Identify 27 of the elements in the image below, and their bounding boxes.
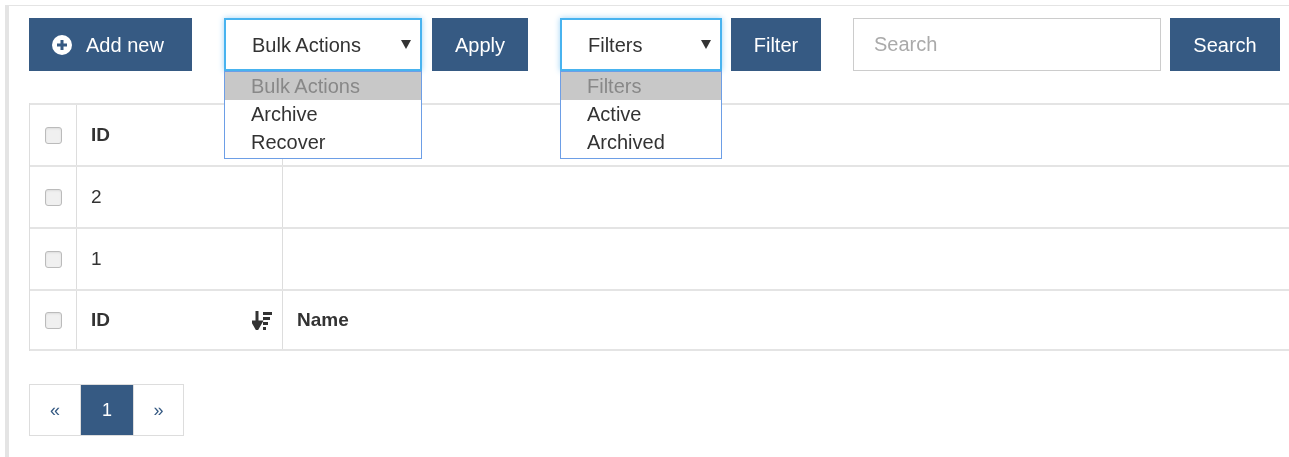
checkbox[interactable]: [44, 126, 62, 144]
search-button[interactable]: Search: [1170, 18, 1280, 71]
dropdown-option[interactable]: Recover: [225, 128, 421, 156]
caret-icon: [701, 40, 711, 49]
sort-descending-icon[interactable]: [252, 310, 272, 330]
table-cell-text: 1: [91, 246, 102, 271]
checkbox[interactable]: [44, 250, 62, 268]
caret-icon: [401, 40, 411, 49]
search-field[interactable]: Search: [853, 18, 1161, 71]
dropdown-select[interactable]: Filters: [560, 18, 722, 71]
previous-page-link[interactable]: «: [29, 384, 81, 436]
page-link[interactable]: 1: [81, 384, 134, 436]
add-new-button[interactable]: Add new: [29, 18, 192, 71]
checkbox[interactable]: [44, 188, 62, 206]
dropdown-option[interactable]: Archive: [225, 100, 421, 128]
filter-button[interactable]: Filter: [731, 18, 821, 71]
column-header: ID: [91, 307, 110, 332]
dropdown-option[interactable]: Active: [561, 100, 721, 128]
apply-button[interactable]: Apply: [432, 18, 528, 71]
column-header: ID: [91, 122, 110, 147]
next-page-link[interactable]: »: [134, 384, 184, 436]
checkbox[interactable]: [44, 311, 62, 329]
table-cell-text: 2: [91, 184, 102, 209]
dropdown-option[interactable]: Archived: [561, 128, 721, 156]
dropdown-select[interactable]: Bulk Actions: [224, 18, 422, 71]
plus-circle-icon: [52, 34, 72, 55]
column-header: Name: [297, 307, 349, 332]
